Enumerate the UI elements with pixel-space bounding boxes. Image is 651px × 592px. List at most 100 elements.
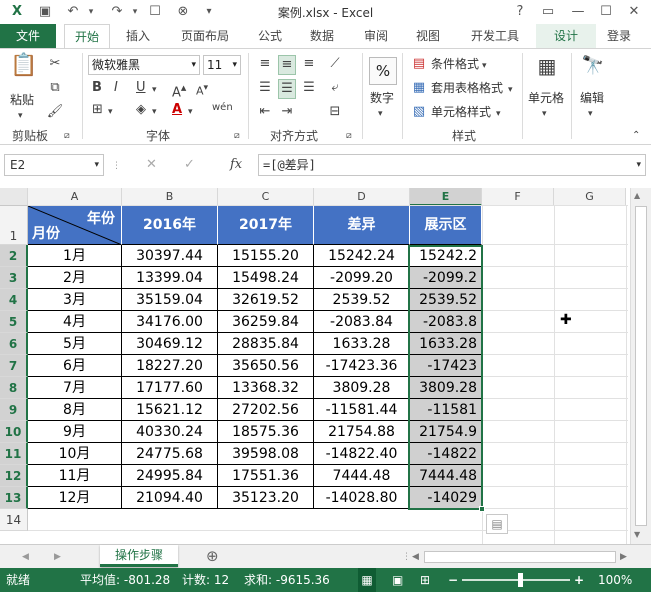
phonetic-icon[interactable]: wén — [212, 99, 233, 117]
split-handle-icon[interactable]: ⋮ — [402, 548, 411, 566]
month-cell[interactable]: 9月 — [28, 421, 122, 443]
column-header-f[interactable]: F — [482, 188, 554, 206]
name-box-dropdown-icon[interactable]: ▾ — [94, 155, 99, 175]
column-header-b[interactable]: B — [122, 188, 218, 206]
underline-button[interactable]: U — [136, 79, 146, 97]
column-header-e[interactable]: E — [410, 188, 482, 206]
expand-formula-icon[interactable]: ▾ — [636, 155, 641, 175]
value-2017-cell[interactable]: 15498.24 — [218, 267, 314, 289]
header-cell[interactable]: 展示区 — [410, 206, 482, 245]
row-header-3[interactable]: 3 — [0, 267, 28, 289]
value-2016-cell[interactable]: 34176.00 — [122, 311, 218, 333]
display-cell[interactable]: 21754.9 — [410, 421, 482, 443]
new-sheet-icon[interactable]: ⊕ — [206, 547, 219, 565]
scroll-right-icon[interactable]: ▶ — [620, 548, 627, 566]
value-2017-cell[interactable]: 32619.52 — [218, 289, 314, 311]
value-2017-cell[interactable]: 39598.08 — [218, 443, 314, 465]
zoom-slider-track[interactable] — [462, 579, 570, 581]
row-header-12[interactable]: 12 — [0, 465, 28, 487]
clipboard-launcher-icon[interactable]: ⧄ — [64, 127, 70, 145]
fill-color-dropdown-icon[interactable]: ▾ — [152, 103, 157, 121]
display-cell[interactable]: -2099.2 — [410, 267, 482, 289]
align-center-icon[interactable]: ☰ — [278, 79, 296, 99]
row-header-8[interactable]: 8 — [0, 377, 28, 399]
font-size-dropdown-icon[interactable]: ▾ — [232, 56, 237, 74]
value-2017-cell[interactable]: 28835.84 — [218, 333, 314, 355]
header-cell[interactable]: 2016年 — [122, 206, 218, 245]
formula-input[interactable]: =[@差异] ▾ — [258, 154, 646, 176]
underline-dropdown-icon[interactable]: ▾ — [152, 81, 157, 99]
font-grow-icon[interactable]: A▴ — [172, 79, 186, 102]
month-cell[interactable]: 12月 — [28, 487, 122, 509]
difference-cell[interactable]: 2539.52 — [314, 289, 410, 311]
value-2016-cell[interactable]: 30469.12 — [122, 333, 218, 355]
enter-icon[interactable]: ✓ — [184, 156, 195, 174]
difference-cell[interactable]: -2099.20 — [314, 267, 410, 289]
font-color-icon[interactable]: A — [172, 101, 182, 119]
month-cell[interactable]: 11月 — [28, 465, 122, 487]
cells-icon[interactable]: ▦ — [534, 56, 560, 76]
vertical-scroll-thumb[interactable] — [635, 206, 647, 526]
tab-developer[interactable]: 开发工具 — [462, 24, 528, 48]
tab-formulas[interactable]: 公式 — [250, 24, 290, 48]
display-cell[interactable]: -14029 — [410, 487, 482, 509]
percent-icon[interactable]: % — [369, 57, 397, 85]
row-header-5[interactable]: 5 — [0, 311, 28, 333]
month-cell[interactable]: 3月 — [28, 289, 122, 311]
tab-data[interactable]: 数据 — [302, 24, 342, 48]
tab-file[interactable]: 文件 — [0, 24, 56, 48]
value-2016-cell[interactable]: 17177.60 — [122, 377, 218, 399]
value-2016-cell[interactable]: 35159.04 — [122, 289, 218, 311]
maximize-icon[interactable]: ☐ — [596, 2, 616, 22]
zoom-slider-thumb[interactable] — [518, 573, 523, 587]
page-layout-view-icon[interactable]: ▣ — [392, 568, 403, 592]
font-size-box[interactable]: 11 ▾ — [203, 55, 241, 75]
header-cell[interactable]: 2017年 — [218, 206, 314, 245]
tab-home[interactable]: 开始 — [64, 24, 110, 48]
row-header-10[interactable]: 10 — [0, 421, 28, 443]
conditional-format-button[interactable]: 条件格式 — [431, 55, 479, 73]
align-middle-icon[interactable]: ≡ — [278, 55, 296, 75]
prev-sheet-icon[interactable]: ◀ — [22, 548, 29, 566]
column-header-c[interactable]: C — [218, 188, 314, 206]
format-as-table-dropdown-icon[interactable]: ▾ — [508, 81, 513, 99]
scroll-left-icon[interactable]: ◀ — [412, 548, 419, 566]
orientation-icon[interactable]: ⟋ — [326, 55, 344, 73]
align-bottom-icon[interactable]: ≡ — [300, 55, 318, 73]
row-header-7[interactable]: 7 — [0, 355, 28, 377]
collapse-ribbon-icon[interactable]: ⌃ — [632, 127, 640, 145]
alignment-launcher-icon[interactable]: ⧄ — [346, 127, 352, 145]
conditional-format-dropdown-icon[interactable]: ▾ — [482, 57, 487, 75]
insert-function-icon[interactable]: fx — [230, 154, 254, 176]
help-icon[interactable]: ? — [510, 2, 530, 22]
month-cell[interactable]: 4月 — [28, 311, 122, 333]
cell-styles-button[interactable]: 单元格样式 — [431, 103, 491, 121]
decrease-indent-icon[interactable]: ⇤ — [256, 103, 274, 121]
quick-analysis-icon[interactable]: ▤ — [486, 514, 508, 534]
fill-color-icon[interactable]: ◈ — [136, 101, 146, 119]
login-link[interactable]: 登录 — [607, 24, 651, 48]
format-painter-icon[interactable]: 🖌 — [46, 103, 64, 121]
header-cell-diagonal[interactable]: 年份 月份 — [28, 206, 122, 245]
conditional-format-icon[interactable]: ▤ — [410, 55, 428, 73]
value-2017-cell[interactable]: 13368.32 — [218, 377, 314, 399]
copy-icon[interactable]: ⧉ — [46, 79, 64, 97]
value-2016-cell[interactable]: 18227.20 — [122, 355, 218, 377]
horizontal-scroll-thumb[interactable] — [424, 551, 616, 563]
paste-icon[interactable]: 📋 — [10, 55, 37, 85]
row-header-1[interactable]: 1 — [0, 206, 28, 245]
row-header-13[interactable]: 13 — [0, 487, 28, 509]
cell-styles-icon[interactable]: ▧ — [410, 103, 428, 121]
page-break-view-icon[interactable]: ⊞ — [420, 568, 430, 592]
font-name-box[interactable]: 微软雅黑 ▾ — [88, 55, 200, 75]
normal-view-icon[interactable]: ▦ — [358, 568, 376, 592]
cell-styles-dropdown-icon[interactable]: ▾ — [496, 105, 501, 123]
vertical-scrollbar[interactable]: ▲ ▼ — [630, 188, 651, 544]
format-as-table-icon[interactable]: ▦ — [410, 79, 428, 97]
ribbon-display-icon[interactable]: ▭ — [538, 2, 558, 22]
column-header-a[interactable]: A — [28, 188, 122, 206]
font-launcher-icon[interactable]: ⧄ — [234, 127, 240, 145]
tab-view[interactable]: 视图 — [408, 24, 448, 48]
difference-cell[interactable]: 21754.88 — [314, 421, 410, 443]
value-2016-cell[interactable]: 24775.68 — [122, 443, 218, 465]
